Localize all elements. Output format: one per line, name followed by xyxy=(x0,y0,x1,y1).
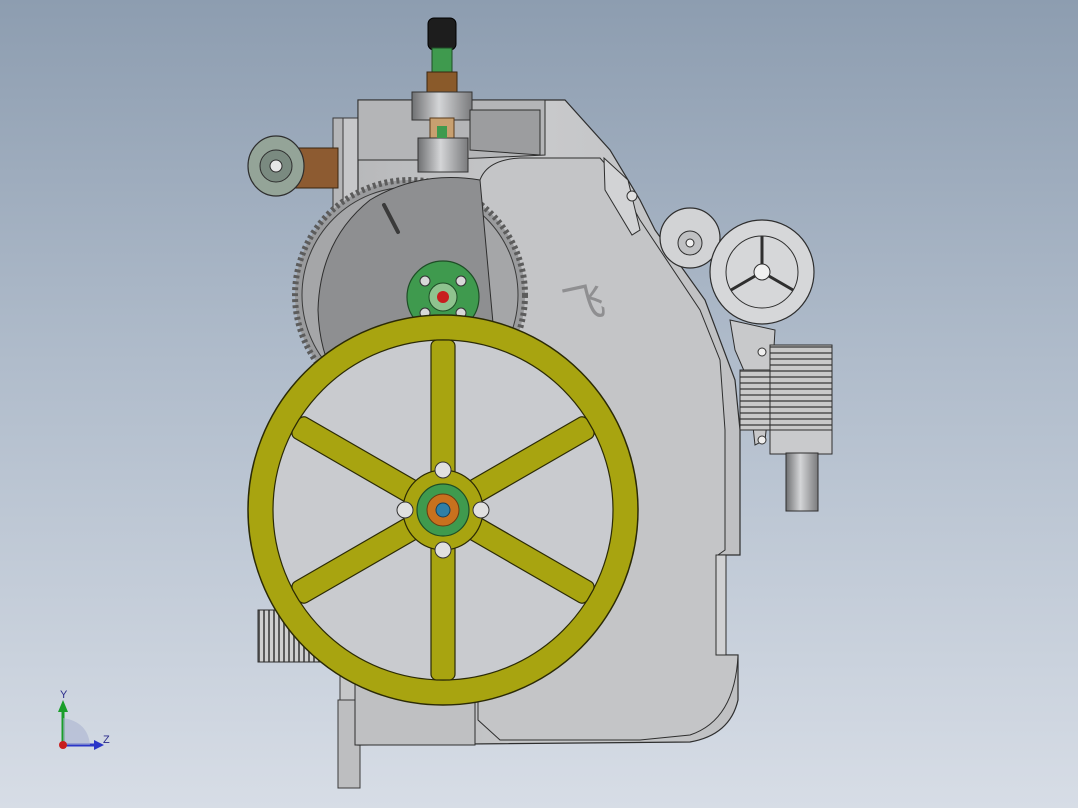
triad-y-label: Y xyxy=(60,689,68,701)
triad-origin xyxy=(59,741,67,749)
graphics-viewport[interactable]: 飞 旋 xyxy=(0,0,1078,808)
cad-model-view[interactable]: 飞 旋 xyxy=(0,0,1078,808)
bracket-bolt xyxy=(757,347,767,357)
main-handwheel[interactable] xyxy=(247,314,639,706)
bracket-bolt xyxy=(757,435,767,445)
coordinate-triad: Y Z xyxy=(58,689,110,750)
side-slot xyxy=(715,554,727,656)
hub-nut xyxy=(472,501,490,519)
hub-nut xyxy=(434,541,452,559)
side-pulley[interactable] xyxy=(659,207,721,269)
adjustment-handwheel[interactable] xyxy=(709,219,815,325)
tension-roller-arm[interactable] xyxy=(247,135,339,197)
finned-cylinder xyxy=(739,344,833,512)
hub-nut xyxy=(434,461,452,479)
top-spindle[interactable] xyxy=(411,17,473,173)
triad-z-label: Z xyxy=(103,734,110,746)
upper-gear-window xyxy=(469,109,541,156)
hub-nut xyxy=(396,501,414,519)
